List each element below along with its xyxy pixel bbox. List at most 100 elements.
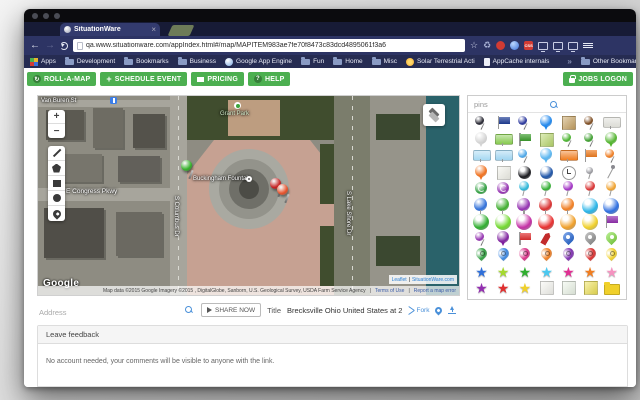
browser-tab[interactable]: SituationWare × (60, 23, 160, 36)
star-pin[interactable] (601, 264, 622, 280)
sign-pin[interactable] (558, 148, 579, 164)
search-icon[interactable] (550, 101, 557, 108)
adblock-extension-icon[interactable] (496, 41, 505, 50)
situationware-link[interactable]: SituationWare.com (412, 277, 454, 283)
star-pin[interactable] (493, 264, 514, 280)
bookmark-business[interactable]: Business (178, 58, 216, 65)
url-text[interactable]: qa.www.situationware.com/appIndex.html#/… (86, 42, 386, 49)
bookmark-star-icon[interactable]: ☆ (470, 41, 478, 50)
balloon-pin[interactable] (471, 132, 492, 148)
back-icon[interactable]: ← (30, 41, 40, 51)
new-tab-button[interactable] (168, 25, 195, 36)
tab-close-icon[interactable]: × (151, 26, 156, 33)
balloon-pin[interactable] (601, 132, 622, 148)
ball-pin[interactable] (558, 214, 579, 230)
sign-pin[interactable] (601, 115, 622, 131)
draw-polygon-button[interactable] (48, 161, 65, 176)
blob-pin[interactable] (471, 198, 492, 214)
fork-link[interactable]: Fork (408, 307, 429, 314)
other-bookmarks[interactable]: Other Bookmarks (581, 58, 636, 65)
crayon-pin[interactable] (536, 231, 557, 247)
pushpin-pin[interactable] (471, 231, 492, 247)
sign-pin[interactable] (493, 132, 514, 148)
url-bar[interactable]: qa.www.situationware.com/appIndex.html#/… (73, 39, 465, 52)
clock-pin[interactable] (558, 165, 579, 181)
star-pin[interactable] (514, 280, 535, 296)
pushpin-pin[interactable] (601, 148, 622, 164)
pushpin-pin[interactable] (580, 115, 601, 131)
pricing-button[interactable]: PRICING (191, 72, 244, 86)
balloon-pin[interactable] (471, 165, 492, 181)
flag-pin[interactable] (514, 231, 535, 247)
ball-pin[interactable] (514, 214, 535, 230)
star-pin[interactable] (580, 264, 601, 280)
css-extension-icon[interactable]: CSS (524, 41, 533, 50)
pushpin-pin[interactable] (471, 115, 492, 131)
pins-search-box[interactable]: pins (468, 96, 626, 113)
note-pin[interactable] (536, 280, 557, 296)
share-now-button[interactable]: SHARE NOW (201, 303, 261, 317)
flag-pin[interactable] (493, 115, 514, 131)
teardrop-pin[interactable] (471, 247, 492, 263)
bookmark-development[interactable]: Development (65, 58, 115, 65)
refresh-icon[interactable] (60, 42, 68, 50)
ball-pin[interactable] (601, 198, 622, 214)
marker-pin[interactable] (580, 231, 601, 247)
draw-marker-button[interactable] (48, 206, 65, 221)
minimize-window-button[interactable] (43, 13, 49, 19)
marker-pin[interactable] (558, 231, 579, 247)
ball-pin[interactable] (471, 214, 492, 230)
bookmark-appcache-internals[interactable]: AppCache internals (484, 58, 550, 66)
poi-label-grant-park[interactable]: Grant Park (220, 111, 249, 117)
grant-park-poi-icon[interactable] (234, 102, 241, 109)
flag-pin[interactable] (514, 132, 535, 148)
map-pushpin-green[interactable] (181, 160, 197, 182)
leaflet-link[interactable]: Leaflet (392, 277, 407, 283)
blob-pin[interactable] (536, 198, 557, 214)
help-button[interactable]: ? HELP (248, 72, 290, 86)
marker-pin[interactable] (601, 231, 622, 247)
bookmark-solar-terrestrial[interactable]: Solar Terrestrial Acti (406, 58, 475, 66)
teardrop-pin[interactable] (580, 247, 601, 263)
blob-pin[interactable] (514, 198, 535, 214)
teardrop-pin[interactable] (601, 247, 622, 263)
sphere-pin[interactable] (536, 165, 557, 181)
star-pin[interactable] (471, 280, 492, 296)
star-pin[interactable] (536, 264, 557, 280)
map-pushpin-orange-red[interactable] (277, 184, 293, 206)
transit-station-icon[interactable] (110, 97, 117, 104)
location-pin-icon[interactable] (434, 305, 444, 315)
balloon-pin[interactable] (493, 231, 514, 247)
menu-icon[interactable] (583, 42, 593, 50)
star-pin[interactable] (558, 264, 579, 280)
note-pin[interactable] (558, 280, 579, 296)
bookmark-fun[interactable]: Fun (301, 58, 324, 65)
zoom-in-button[interactable]: + (48, 110, 65, 124)
sign-pin[interactable] (471, 148, 492, 164)
jobs-logon-button[interactable]: JOBS LOGON (563, 72, 633, 86)
bookmarks-overflow-chevron[interactable]: » (567, 57, 571, 66)
globe-extension-icon[interactable] (510, 41, 519, 50)
poi-label-buckingham[interactable]: Buckingham Fountain (193, 176, 251, 182)
window-share-icon[interactable] (568, 42, 578, 50)
close-window-button[interactable] (32, 13, 38, 19)
sign-pin[interactable] (493, 148, 514, 164)
ornament-pin[interactable] (471, 181, 492, 197)
bookmark-google-app-engine[interactable]: Google App Engine (225, 58, 292, 66)
blob-pin[interactable] (493, 198, 514, 214)
pushpin-pin[interactable] (580, 132, 601, 148)
bookmark-bookmarks[interactable]: Bookmarks (124, 58, 169, 65)
note-pin[interactable] (536, 132, 557, 148)
teardrop-pin[interactable] (493, 247, 514, 263)
draw-polyline-button[interactable] (48, 146, 65, 161)
bookmark-apps[interactable]: Apps (30, 58, 56, 66)
monitor-icon[interactable] (538, 42, 548, 50)
pushpin-pin[interactable] (558, 132, 579, 148)
ball-pin[interactable] (493, 214, 514, 230)
ballpin-pin[interactable] (514, 181, 535, 197)
teardrop-pin[interactable] (536, 247, 557, 263)
roll-a-map-button[interactable]: ↻ ROLL-A-MAP (27, 72, 96, 86)
balloon-pin[interactable] (536, 115, 557, 131)
recycle-extension-icon[interactable]: ♻ (483, 41, 491, 50)
title-value[interactable]: Brecksville Ohio United States at 2 (287, 306, 402, 315)
